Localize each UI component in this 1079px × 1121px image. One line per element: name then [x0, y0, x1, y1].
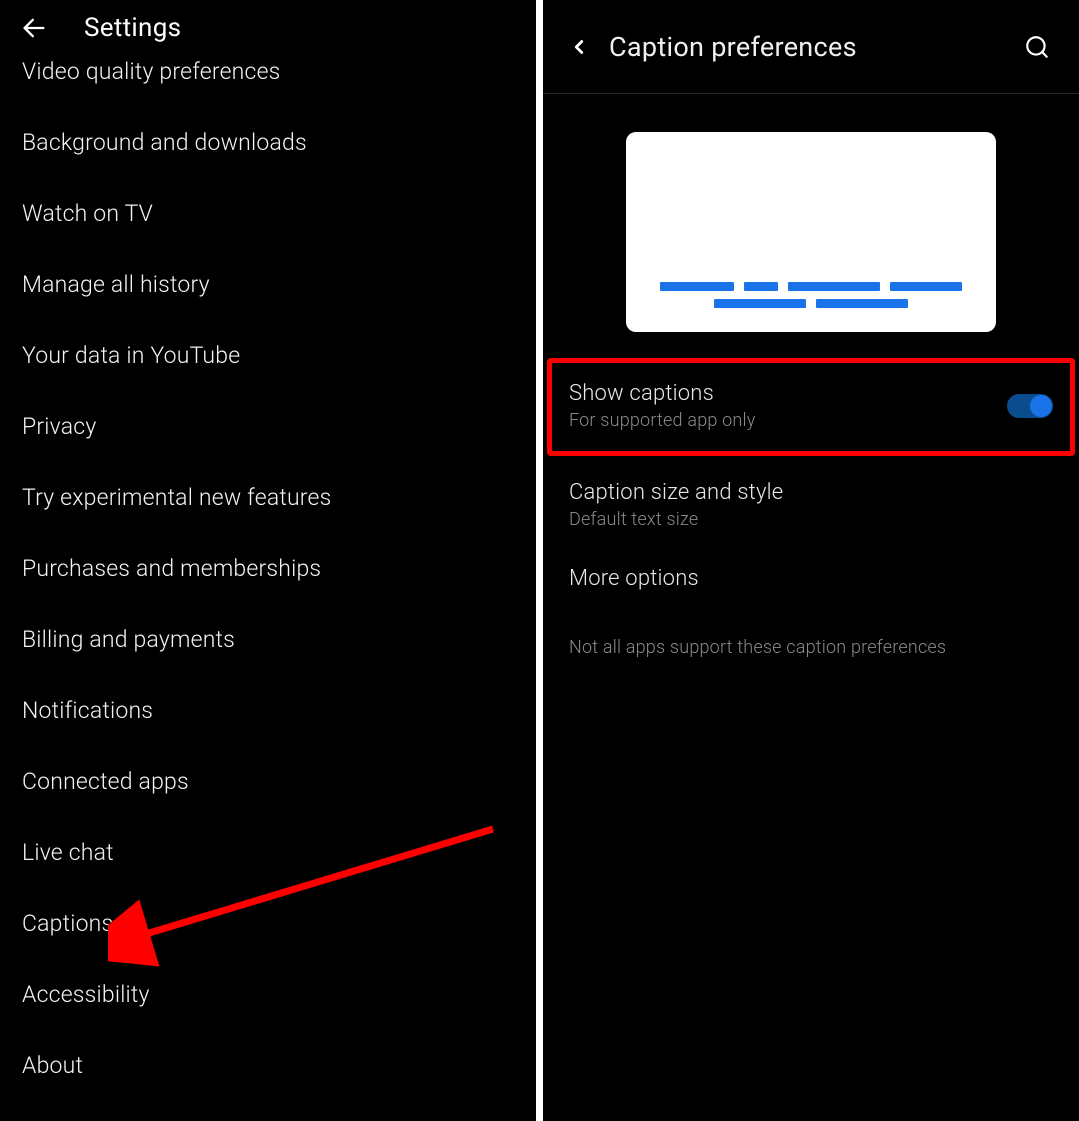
- pref-size-style[interactable]: Caption size and style Default text size: [569, 462, 1053, 548]
- settings-item-watch-on-tv[interactable]: Watch on TV: [22, 178, 514, 249]
- caption-title: Caption preferences: [609, 31, 857, 63]
- caption-preferences-panel: Caption preferences: [543, 0, 1079, 1121]
- caption-header-left: Caption preferences: [567, 31, 857, 63]
- pref-size-style-title: Caption size and style: [569, 480, 1053, 505]
- toggle-knob: [1030, 395, 1052, 417]
- settings-title: Settings: [84, 13, 181, 43]
- settings-item-video-quality[interactable]: Video quality preferences: [22, 50, 514, 107]
- pref-show-captions[interactable]: Show captions For supported app only: [547, 358, 1075, 456]
- pref-size-style-text: Caption size and style Default text size: [569, 480, 1053, 530]
- settings-item-about[interactable]: About: [22, 1030, 514, 1101]
- settings-item-purchases[interactable]: Purchases and memberships: [22, 533, 514, 604]
- settings-list: Video quality preferences Background and…: [0, 50, 536, 1101]
- pref-support-note: Not all apps support these caption prefe…: [569, 609, 1053, 686]
- search-icon[interactable]: [1023, 33, 1051, 61]
- settings-item-experimental[interactable]: Try experimental new features: [22, 462, 514, 533]
- pref-show-captions-sub: For supported app only: [569, 410, 1007, 431]
- pref-more-options[interactable]: More options: [569, 548, 1053, 609]
- settings-header: Settings: [0, 0, 536, 56]
- settings-item-live-chat[interactable]: Live chat: [22, 817, 514, 888]
- settings-item-notifications[interactable]: Notifications: [22, 675, 514, 746]
- settings-panel: Settings Video quality preferences Backg…: [0, 0, 536, 1121]
- pref-show-captions-text: Show captions For supported app only: [569, 381, 1007, 431]
- caption-preview-card: [626, 132, 996, 332]
- caption-header: Caption preferences: [543, 0, 1079, 94]
- chevron-back-icon[interactable]: [567, 35, 591, 59]
- settings-item-captions[interactable]: Captions: [22, 888, 514, 959]
- settings-item-privacy[interactable]: Privacy: [22, 391, 514, 462]
- caption-preview-bars: [626, 282, 996, 316]
- caption-prefs-list: Show captions For supported app only Cap…: [543, 358, 1079, 686]
- pref-show-captions-title: Show captions: [569, 381, 1007, 406]
- pref-size-style-sub: Default text size: [569, 509, 1053, 530]
- caption-preview: [543, 94, 1079, 356]
- settings-item-your-data[interactable]: Your data in YouTube: [22, 320, 514, 391]
- settings-item-background-downloads[interactable]: Background and downloads: [22, 107, 514, 178]
- pref-more-options-text: More options: [569, 566, 1053, 591]
- settings-item-manage-history[interactable]: Manage all history: [22, 249, 514, 320]
- show-captions-toggle[interactable]: [1007, 394, 1053, 418]
- back-arrow-icon[interactable]: [20, 14, 48, 42]
- settings-item-connected-apps[interactable]: Connected apps: [22, 746, 514, 817]
- settings-item-billing[interactable]: Billing and payments: [22, 604, 514, 675]
- pref-more-options-title: More options: [569, 566, 1053, 591]
- settings-item-accessibility[interactable]: Accessibility: [22, 959, 514, 1030]
